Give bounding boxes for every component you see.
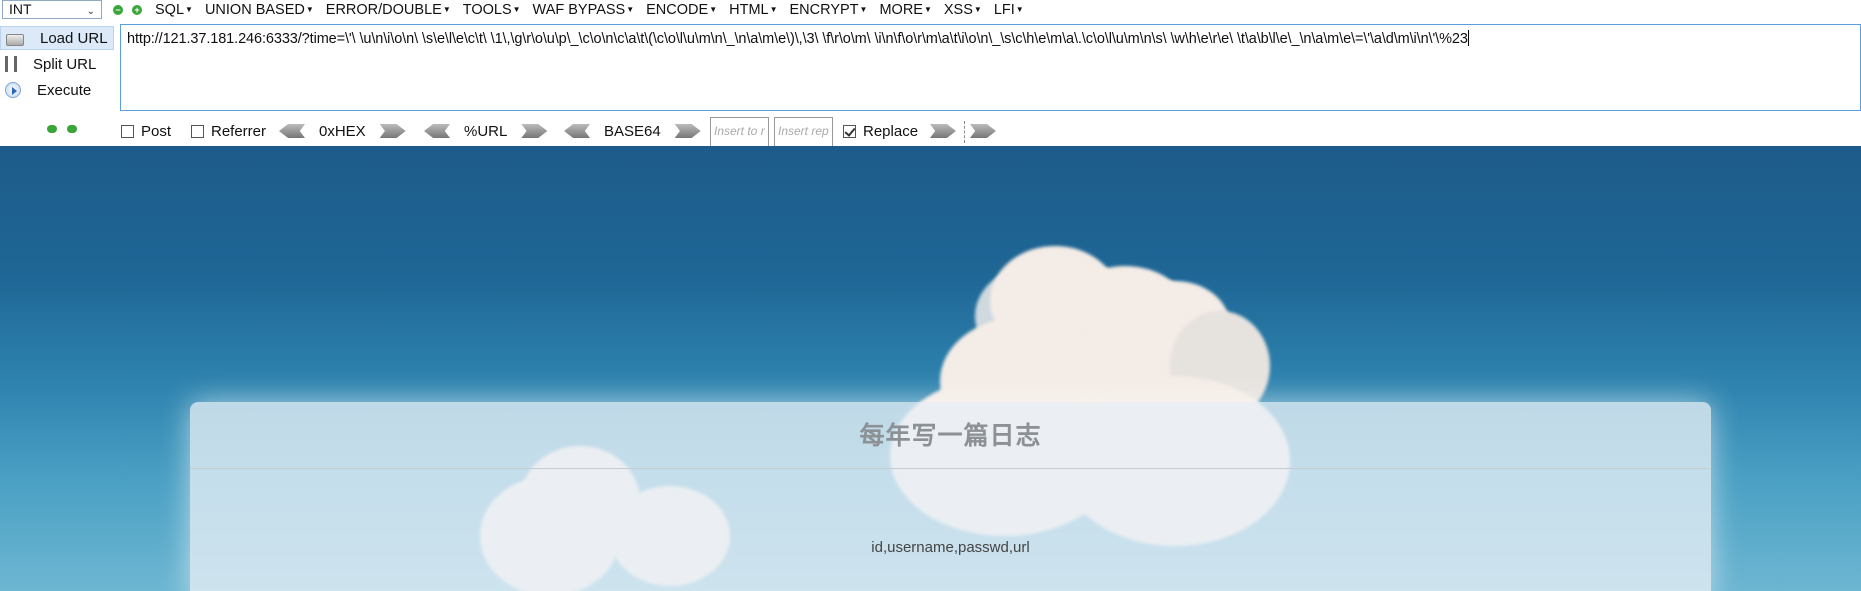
type-select-value: INT [9,1,32,17]
url-textarea[interactable]: http://121.37.181.246:6333/?time=\'\ \u\… [120,24,1861,111]
base64-label: BASE64 [604,122,661,140]
menu-waf-bypass[interactable]: WAF BYPASS▼ [533,2,635,18]
hex-encoder: 0xHEX [279,122,406,140]
dropdown-arrow-icon: ▼ [923,5,932,14]
url-encode-label: %URL [464,122,508,140]
dropdown-arrow-icon: ▼ [626,5,635,14]
menu-encode[interactable]: ENCODE▼ [646,2,717,18]
query-result-text: id,username,passwd,url [871,539,1030,556]
dropdown-arrow-icon: ▼ [305,5,314,14]
menu-error-double[interactable]: ERROR/DOUBLE▼ [326,2,451,18]
split-url-icon [5,56,17,72]
page-title: 每年写一篇日志 [859,421,1042,450]
insert-replace-input[interactable]: Insert rep [774,117,833,147]
dropdown-arrow-icon: ▼ [185,5,193,14]
dropdown-arrow-icon: ▼ [709,5,718,14]
base64-encoder: BASE64 [564,122,701,140]
replace-all [970,122,996,140]
menu-xss[interactable]: XSS▼ [944,2,982,18]
collapse-minus-icon[interactable]: − [113,5,123,15]
load-url-label: Load URL [40,29,108,47]
hex-encode-arrow-icon[interactable] [379,124,406,138]
dropdown-arrow-icon: ▼ [859,5,868,14]
menu-lfi[interactable]: LFI▼ [994,2,1024,18]
load-url-button[interactable]: Load URL [0,26,114,50]
menu-union-based[interactable]: UNION BASED▼ [205,2,314,18]
url-decode-arrow-icon[interactable] [424,124,450,138]
chevron-down-icon: ⌄ [86,6,95,17]
execute-play-icon [5,82,21,98]
dropdown-arrow-icon: ▼ [512,5,521,14]
url-value: http://121.37.181.246:6333/?time=\'\ \u\… [127,31,1468,47]
execute-button[interactable]: Execute [0,78,114,102]
load-url-icon [6,34,24,46]
dropdown-arrow-icon: ▼ [973,5,982,14]
replace-checkbox-box[interactable] [843,124,856,138]
dashed-divider [964,121,966,143]
replace-all-arrow-icon[interactable] [970,124,996,138]
referrer-checkbox-box[interactable] [191,124,204,138]
post-label: Post [141,122,172,140]
execute-label: Execute [37,81,92,99]
plus-dot-icon[interactable] [67,125,77,133]
url-encode-arrow-icon[interactable] [521,124,548,138]
text-cursor [1467,30,1469,46]
replace-label: Replace [863,122,919,140]
post-checkbox[interactable]: Post [121,122,171,140]
hex-decode-arrow-icon[interactable] [279,124,305,138]
dropdown-arrow-icon: ▼ [1015,5,1024,14]
menu-encrypt[interactable]: ENCRYPT▼ [790,2,868,18]
replace-go [930,122,956,140]
menu-html[interactable]: HTML▼ [729,2,777,18]
referrer-label: Referrer [211,122,267,140]
replace-arrow-icon[interactable] [930,124,956,138]
replace-checkbox[interactable]: Replace [843,122,918,140]
url-encoder: %URL [424,122,548,140]
dropdown-arrow-icon: ▼ [769,5,778,14]
insert-to-input[interactable]: Insert to r [710,117,769,147]
menu-sql[interactable]: SQL▼ [155,2,193,18]
title-divider [190,468,1711,469]
hackbar-menubar: INT ⌄ − + SQL▼ UNION BASED▼ ERROR/DOUBLE… [0,0,1861,20]
base64-decode-arrow-icon[interactable] [564,124,590,138]
referrer-checkbox[interactable]: Referrer [191,122,266,140]
url-text[interactable]: http://121.37.181.246:6333/?time=\'\ \u\… [127,29,1852,49]
hackbar-menu: SQL▼ UNION BASED▼ ERROR/DOUBLE▼ TOOLS▼ W… [155,0,1036,20]
expand-plus-icon[interactable]: + [132,5,142,15]
minus-dot-icon[interactable] [47,125,57,133]
post-checkbox-box[interactable] [121,124,134,138]
hex-label: 0xHEX [319,122,366,140]
injection-type-select[interactable]: INT ⌄ [2,0,102,19]
split-url-label: Split URL [33,55,97,73]
dropdown-arrow-icon: ▼ [442,5,451,14]
split-url-button[interactable]: Split URL [0,52,114,76]
base64-encode-arrow-icon[interactable] [674,124,701,138]
options-bar: Post Referrer 0xHEX %URL BASE64 Insert t… [0,115,1861,147]
menu-more[interactable]: MORE▼ [879,2,931,18]
content-panel: 每年写一篇日志 id,username,passwd,url [190,402,1711,591]
webpage-viewport: 每年写一篇日志 id,username,passwd,url [0,146,1861,591]
menu-tools[interactable]: TOOLS▼ [463,2,521,18]
